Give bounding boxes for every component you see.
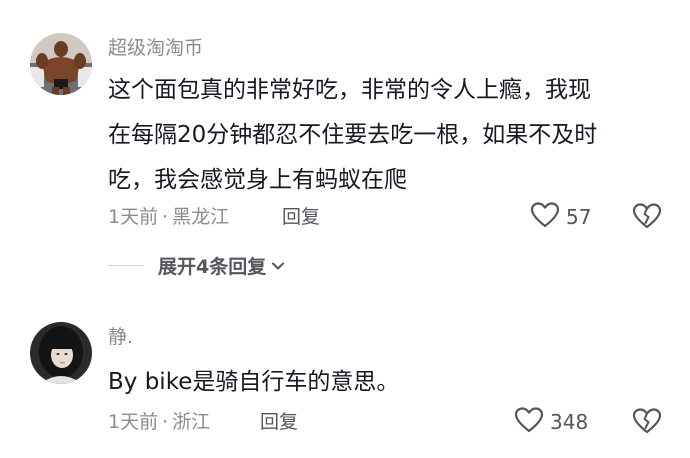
avatar[interactable]: [30, 33, 92, 95]
broken-heart-outline-icon: [632, 408, 662, 439]
heart-outline-icon: [514, 406, 544, 438]
reply-button[interactable]: 回复: [260, 409, 298, 435]
broken-heart-outline-icon: [632, 203, 662, 234]
like-count: 348: [550, 410, 589, 434]
comment-location: 黑龙江: [172, 206, 230, 228]
divider: [108, 264, 144, 266]
comment-text-line: 在每隔20分钟都忍不住要去吃一根，如果不及时: [108, 122, 598, 148]
expand-replies-button[interactable]: 展开4条回复: [108, 251, 285, 279]
reply-button[interactable]: 回复: [282, 204, 320, 230]
comment-text-line: 吃，我会感觉身上有蚂蚁在爬: [108, 167, 407, 193]
expand-replies-label: 展开4条回复: [158, 255, 267, 278]
dislike-button[interactable]: [632, 202, 662, 232]
comment-text: 这个面包真的非常好吃，非常的令人上瘾，我现 在每隔20分钟都忍不住要去吃一根，如…: [108, 68, 668, 203]
like-button[interactable]: 348: [514, 407, 588, 437]
like-count: 57: [566, 205, 592, 229]
comment-time: 1天前: [108, 411, 159, 433]
comment-location: 浙江: [172, 411, 211, 433]
comment-time: 1天前: [108, 206, 159, 228]
comment-meta: 1天前 · 浙江: [108, 409, 210, 435]
chevron-down-icon: [271, 256, 285, 275]
meta-separator: ·: [162, 206, 169, 228]
comment-text-line: 这个面包真的非常好吃，非常的令人上瘾，我现: [108, 77, 591, 103]
comment-meta: 1天前 · 黑龙江: [108, 204, 229, 230]
comment-item: 超级淘淘币 这个面包真的非常好吃，非常的令人上瘾，我现 在每隔20分钟都忍不住要…: [0, 0, 690, 290]
dislike-button[interactable]: [632, 407, 662, 437]
comment-item: 静. By bike是骑自行车的意思。 1天前 · 浙江 回复 348: [0, 300, 690, 458]
like-button[interactable]: 57: [530, 202, 591, 232]
avatar[interactable]: [30, 322, 92, 384]
comment-username[interactable]: 超级淘淘币: [108, 37, 203, 59]
heart-outline-icon: [530, 201, 560, 233]
comment-username[interactable]: 静.: [108, 326, 133, 348]
comment-text-line: By bike是骑自行车的意思。: [108, 369, 400, 395]
comment-text: By bike是骑自行车的意思。: [108, 360, 668, 405]
meta-separator: ·: [162, 411, 169, 433]
